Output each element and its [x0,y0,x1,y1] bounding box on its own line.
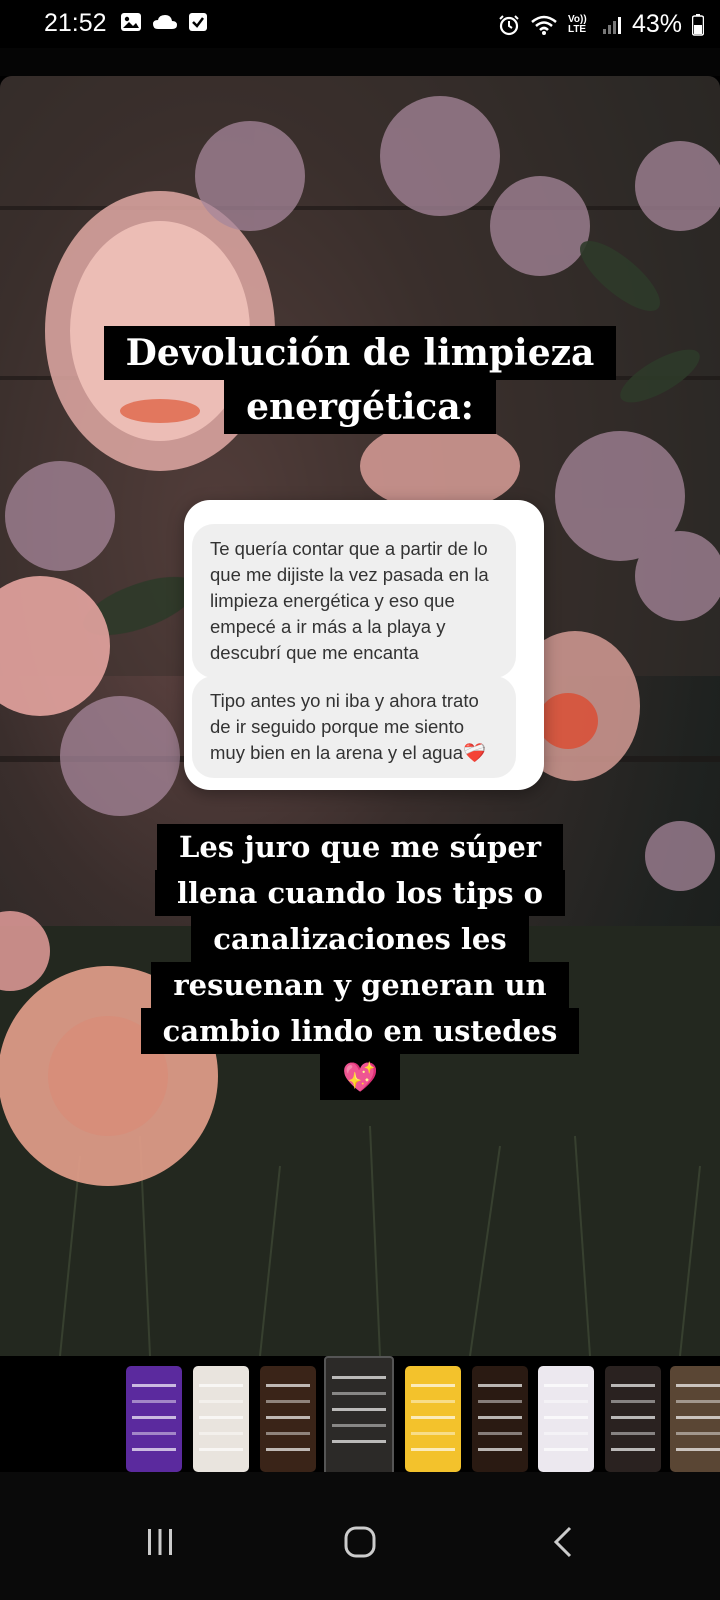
story-view[interactable]: Devolución de limpieza energética: Te qu… [0,76,720,1356]
wifi-icon [531,15,557,35]
chat-screenshot: Te quería contar que a partir de lo que … [184,500,544,790]
thumbnail-text-line [332,1392,386,1395]
caption-line: llena cuando los tips o [154,870,566,916]
thumbnail-text-line [676,1416,720,1419]
thumbnail-text-line [266,1384,310,1387]
thumbnail-text-line [332,1376,386,1379]
status-time: 21:52 [44,9,107,37]
thumbnail-text-line [199,1432,243,1435]
status-left-icons [120,12,208,32]
thumbnail-text-line [611,1384,655,1387]
status-right-icons: Vo)) LTE 43% [498,10,704,39]
thumbnail-text-line [676,1448,720,1451]
thumbnail-text-line [132,1432,176,1435]
recent-apps-button[interactable] [130,1512,190,1572]
thumbnail-text-line [332,1440,386,1443]
thumbnail-text-line [478,1384,522,1387]
thumbnail-text-line [411,1416,455,1419]
thumbnail-text-line [266,1432,310,1435]
thumbnail-text-line [199,1400,243,1403]
title-line: energética: [224,380,496,434]
thumbnail-text-line [199,1416,243,1419]
thumbnail-text-line [676,1432,720,1435]
thumbnail-text-line [478,1432,522,1435]
battery-percent: 43% [631,10,682,38]
thumbnail-text-line [411,1400,455,1403]
caption-line: resuenan y generan un [151,962,569,1008]
story-thumbnail[interactable] [605,1366,661,1472]
caption-line: cambio lindo en ustedes [140,1008,580,1054]
thumbnail-text-line [611,1448,655,1451]
story-thumbnail[interactable] [260,1366,316,1472]
home-icon [344,1526,376,1558]
thumbnail-text-line [199,1448,243,1451]
check-box-icon [189,13,207,31]
thumbnail-text-line [332,1424,386,1427]
alarm-icon [499,14,519,35]
title-line: Devolución de limpieza [103,326,617,380]
back-icon [553,1526,572,1558]
story-thumbnail[interactable] [126,1366,182,1472]
story-thumbnail-active[interactable] [324,1356,394,1472]
thumbnail-text-line [266,1448,310,1451]
battery-icon [692,13,704,36]
story-progress-area [0,48,720,76]
thumbnail-text-line [478,1400,522,1403]
thumbnail-text-line [199,1384,243,1387]
recent-apps-icon [148,1529,172,1555]
story-thumbnail[interactable] [405,1366,461,1472]
gallery-icon [121,13,141,31]
thumbnail-text-line [611,1432,655,1435]
thumbnail-text-line [411,1384,455,1387]
thumbnail-text-line [266,1416,310,1419]
status-bar: 21:52 Vo)) LTE 43% [0,0,720,48]
thumbnail-text-line [132,1384,176,1387]
thumbnail-text-line [544,1448,588,1451]
thumbnail-text-line [266,1400,310,1403]
story-thumbnail[interactable] [193,1366,249,1472]
thumbnail-text-line [132,1448,176,1451]
volte-icon: Vo)) LTE [567,13,587,35]
story-thumbnail[interactable] [472,1366,528,1472]
home-button[interactable] [330,1512,390,1572]
story-thumbnail[interactable] [670,1366,720,1472]
thumbnail-text-line [411,1448,455,1451]
thumbnail-text-line [478,1448,522,1451]
thumbnail-text-line [611,1400,655,1403]
caption-line: Les juro que me súper [156,824,564,870]
story-title: Devolución de limpieza energética: [0,326,720,434]
story-caption: Les juro que me súper llena cuando los t… [0,824,720,1100]
caption-emoji: 💖 [319,1054,401,1100]
thumbnail-text-line [544,1432,588,1435]
signal-icon [602,16,621,34]
thumbnail-text-line [478,1416,522,1419]
thumbnail-text-line [544,1400,588,1403]
thumbnail-text-line [132,1416,176,1419]
cloud-icon [153,15,177,29]
back-button[interactable] [533,1512,593,1572]
thumbnail-text-line [676,1400,720,1403]
thumbnail-text-line [544,1416,588,1419]
thumbnail-text-line [611,1416,655,1419]
message-bubble: Te quería contar que a partir de lo que … [192,524,516,678]
thumbnail-text-line [544,1384,588,1387]
thumbnail-text-line [676,1384,720,1387]
navigation-bar [0,1472,720,1600]
caption-line: canalizaciones les [191,916,529,962]
story-thumbnail-strip [0,1356,720,1472]
thumbnail-text-line [332,1408,386,1411]
thumbnail-text-line [132,1400,176,1403]
message-bubble: Tipo antes yo ni iba y ahora trato de ir… [192,676,516,778]
thumbnail-text-line [411,1432,455,1435]
story-thumbnail[interactable] [538,1366,594,1472]
